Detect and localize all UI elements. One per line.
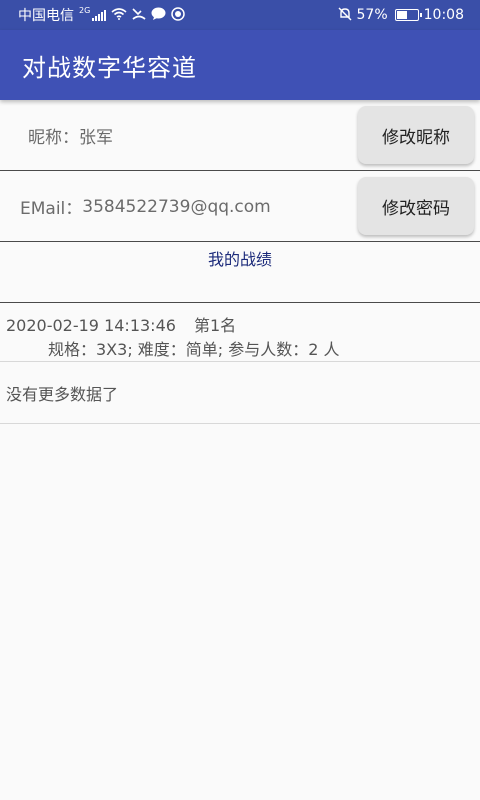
message-icon: [151, 7, 166, 23]
page-title: 对战数字华容道: [22, 53, 197, 82]
mute-icon: [338, 7, 352, 24]
email-value: 3584522739@qq.com: [82, 196, 271, 217]
battery-percent: 57%: [356, 7, 388, 23]
wifi-icon: [111, 7, 127, 23]
status-right: 57% 10:08: [338, 7, 464, 24]
nickname-label: 昵称：: [28, 128, 79, 148]
no-more-data-label: 没有更多数据了: [0, 362, 480, 424]
network-type-badge: 2G: [79, 5, 91, 15]
status-bar: 中国电信 2G 57% 10:08: [0, 0, 480, 30]
record-datetime: 2020-02-19 14:13:46: [6, 316, 176, 335]
list-item[interactable]: 2020-02-19 14:13:46 第1名 规格：3X3; 难度：简单; 参与…: [0, 304, 480, 362]
signal-icon: [92, 9, 107, 21]
carrier-name: 中国电信: [18, 8, 74, 24]
record-details: 规格：3X3; 难度：简单; 参与人数：2 人: [48, 340, 340, 359]
change-password-button[interactable]: 修改密码: [358, 177, 474, 235]
status-left: 中国电信 2G: [18, 5, 186, 25]
clock: 10:08: [423, 7, 464, 23]
email-field: EMail： 3584522739@qq.com: [20, 171, 271, 242]
app-notification-icon: [171, 6, 186, 24]
battery-fill: [396, 11, 408, 19]
nickname-field: 昵称： 张军: [28, 100, 113, 171]
record-summary: 2020-02-19 14:13:46 第1名: [6, 312, 236, 336]
record-rank: 第1名: [193, 316, 237, 335]
records-header: 我的战绩: [0, 242, 480, 303]
records-title: 我的战绩: [207, 250, 272, 269]
app-bar: 对战数字华容道: [0, 30, 480, 100]
battery-icon: [394, 9, 422, 21]
nickname-row: 昵称： 张军 修改昵称: [0, 100, 480, 171]
nickname-value: 张军: [79, 128, 113, 148]
missed-call-icon: [132, 7, 146, 23]
change-nickname-button[interactable]: 修改昵称: [358, 106, 474, 164]
email-label: EMail：: [20, 199, 83, 219]
email-row: EMail： 3584522739@qq.com 修改密码: [0, 171, 480, 242]
